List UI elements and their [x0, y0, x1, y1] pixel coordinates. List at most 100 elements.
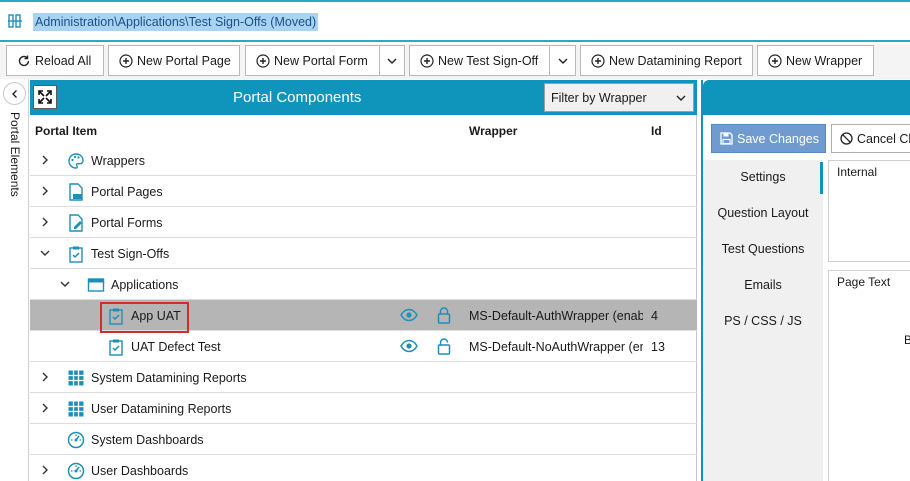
clipboard-check-icon	[109, 339, 123, 356]
tree-node-app-uat[interactable]: App UAT MS-Default-AuthWrapper (enabled)…	[30, 300, 697, 333]
chevron-right-icon[interactable]	[40, 403, 50, 413]
chevron-down-icon[interactable]	[40, 248, 50, 258]
internal-group: Internal	[828, 160, 910, 262]
cancel-icon	[840, 132, 853, 145]
plus-circle-icon	[768, 53, 782, 68]
new-portal-form-button[interactable]: New Portal Form	[245, 45, 379, 76]
tree-node-applications[interactable]: Applications	[30, 269, 697, 300]
page-text-group: Page Text Br	[828, 270, 910, 481]
tab-question-layout[interactable]: Question Layout	[703, 206, 823, 220]
new-wrapper-button[interactable]: New Wrapper	[757, 45, 874, 76]
toolbar: Reload All New Portal Page New Portal Fo…	[0, 44, 910, 79]
cancel-changes-button[interactable]: Cancel Changes	[831, 124, 910, 153]
new-test-signoff-button[interactable]: New Test Sign-Off	[409, 45, 549, 76]
tree-node-label: User Datamining Reports	[91, 402, 232, 416]
chevron-left-icon	[11, 89, 17, 98]
chevron-right-icon[interactable]	[40, 372, 50, 382]
id-value: 13	[651, 340, 665, 354]
filter-by-wrapper-select[interactable]: Filter by Wrapper	[544, 83, 694, 112]
panel-header: Portal Components Filter by Wrapper	[30, 80, 697, 115]
plus-circle-icon	[420, 53, 434, 68]
id-value: 4	[651, 309, 658, 323]
tree-node-label: Portal Pages	[91, 185, 163, 199]
detail-content: Internal Page Text Br	[827, 160, 910, 481]
tree-node-uat-defect-test[interactable]: UAT Defect Test MS-Default-NoAuthWrapper…	[30, 331, 697, 362]
new-wrapper-label: New Wrapper	[786, 53, 863, 68]
save-changes-label: Save Changes	[737, 131, 820, 146]
panel-title: Portal Components	[233, 89, 362, 106]
reload-all-label: Reload All	[35, 53, 92, 68]
plus-circle-icon	[591, 53, 605, 68]
tab-ps-css-js[interactable]: PS / CSS / JS	[703, 314, 823, 328]
expand-arrows-icon	[38, 90, 52, 104]
new-portal-page-button[interactable]: New Portal Page	[108, 45, 240, 76]
tree-node-portal-forms[interactable]: Portal Forms	[30, 207, 697, 238]
column-wrapper[interactable]: Wrapper	[469, 124, 517, 138]
tree-node-system-datamining-reports[interactable]: System Datamining Reports	[30, 362, 697, 393]
save-icon	[720, 132, 733, 145]
chevron-right-icon[interactable]	[40, 186, 50, 196]
new-portal-form-dropdown[interactable]	[379, 45, 405, 76]
tree-node-label: Applications	[111, 278, 179, 292]
tree-node-label: Test Sign-Offs	[91, 247, 170, 261]
tree-node-wrappers[interactable]: Wrappers	[30, 145, 697, 176]
new-datamining-report-label: New Datamining Report	[609, 53, 742, 68]
grid-icon	[68, 401, 84, 417]
palette-icon	[68, 153, 84, 169]
new-test-signoff-label: New Test Sign-Off	[438, 53, 539, 68]
app-logo-icon	[8, 14, 22, 28]
portal-components-panel: Portal Components Filter by Wrapper Port…	[30, 80, 697, 481]
chevron-right-icon[interactable]	[40, 155, 50, 165]
tree-node-system-dashboards[interactable]: System Dashboards	[30, 424, 697, 455]
portal-elements-label[interactable]: Portal Elements	[2, 112, 26, 197]
tab-test-questions[interactable]: Test Questions	[703, 242, 823, 256]
tree-node-test-signoffs[interactable]: Test Sign-Offs	[30, 238, 697, 269]
tree-node-user-dashboards[interactable]: User Dashboards	[30, 455, 697, 481]
tree-node-label: Wrappers	[91, 154, 145, 168]
breadcrumb-path[interactable]: Administration\Applications\Test Sign-Of…	[33, 13, 319, 31]
chevron-down-icon[interactable]	[60, 279, 70, 289]
plus-circle-icon	[119, 53, 133, 68]
new-test-signoff-dropdown[interactable]	[549, 45, 576, 76]
detail-panel: Save Changes Cancel Changes Settings Que…	[701, 80, 910, 481]
chevron-down-icon	[387, 58, 397, 64]
chevron-right-icon[interactable]	[40, 465, 50, 475]
tree-node-portal-pages[interactable]: Portal Pages	[30, 176, 697, 207]
reload-all-button[interactable]: Reload All	[6, 45, 104, 76]
tab-emails[interactable]: Emails	[703, 278, 823, 292]
save-changes-button[interactable]: Save Changes	[711, 124, 826, 153]
dashboard-icon	[67, 431, 85, 449]
lock-icon[interactable]	[437, 306, 451, 324]
page-text-fragment: Br	[904, 333, 910, 347]
plus-circle-icon	[256, 53, 270, 68]
new-portal-page-label: New Portal Page	[137, 53, 231, 68]
portal-elements-rail: Portal Elements	[0, 79, 29, 481]
grid-icon	[68, 370, 84, 386]
chevron-down-icon	[558, 58, 567, 64]
eye-icon[interactable]	[400, 339, 418, 353]
filter-value: Filter by Wrapper	[551, 90, 647, 105]
tree-node-label: System Dashboards	[91, 433, 204, 447]
expand-panel-button[interactable]	[33, 85, 57, 109]
column-id[interactable]: Id	[651, 124, 662, 138]
tree-node-label: Portal Forms	[91, 216, 163, 230]
clipboard-check-icon	[109, 308, 123, 325]
window-icon	[87, 278, 105, 292]
detail-nav: Settings Question Layout Test Questions …	[703, 160, 823, 481]
tree-node-user-datamining-reports[interactable]: User Datamining Reports	[30, 393, 697, 424]
new-datamining-report-button[interactable]: New Datamining Report	[580, 45, 753, 76]
column-headers: Portal Item Wrapper Id	[30, 115, 697, 145]
unlock-icon[interactable]	[437, 337, 451, 355]
tab-settings[interactable]: Settings	[703, 170, 823, 184]
eye-icon[interactable]	[400, 308, 418, 322]
tree-node-label: User Dashboards	[91, 464, 189, 478]
internal-title: Internal	[837, 165, 878, 179]
collapse-rail-button[interactable]	[3, 82, 26, 105]
detail-header	[703, 80, 910, 115]
column-portal-item[interactable]: Portal Item	[35, 124, 97, 138]
page-text-title: Page Text	[837, 275, 891, 289]
chevron-down-icon	[676, 95, 686, 101]
chevron-right-icon[interactable]	[40, 217, 50, 227]
wrapper-value: MS-Default-AuthWrapper (enabled)	[469, 309, 643, 323]
form-edit-icon	[69, 214, 83, 232]
